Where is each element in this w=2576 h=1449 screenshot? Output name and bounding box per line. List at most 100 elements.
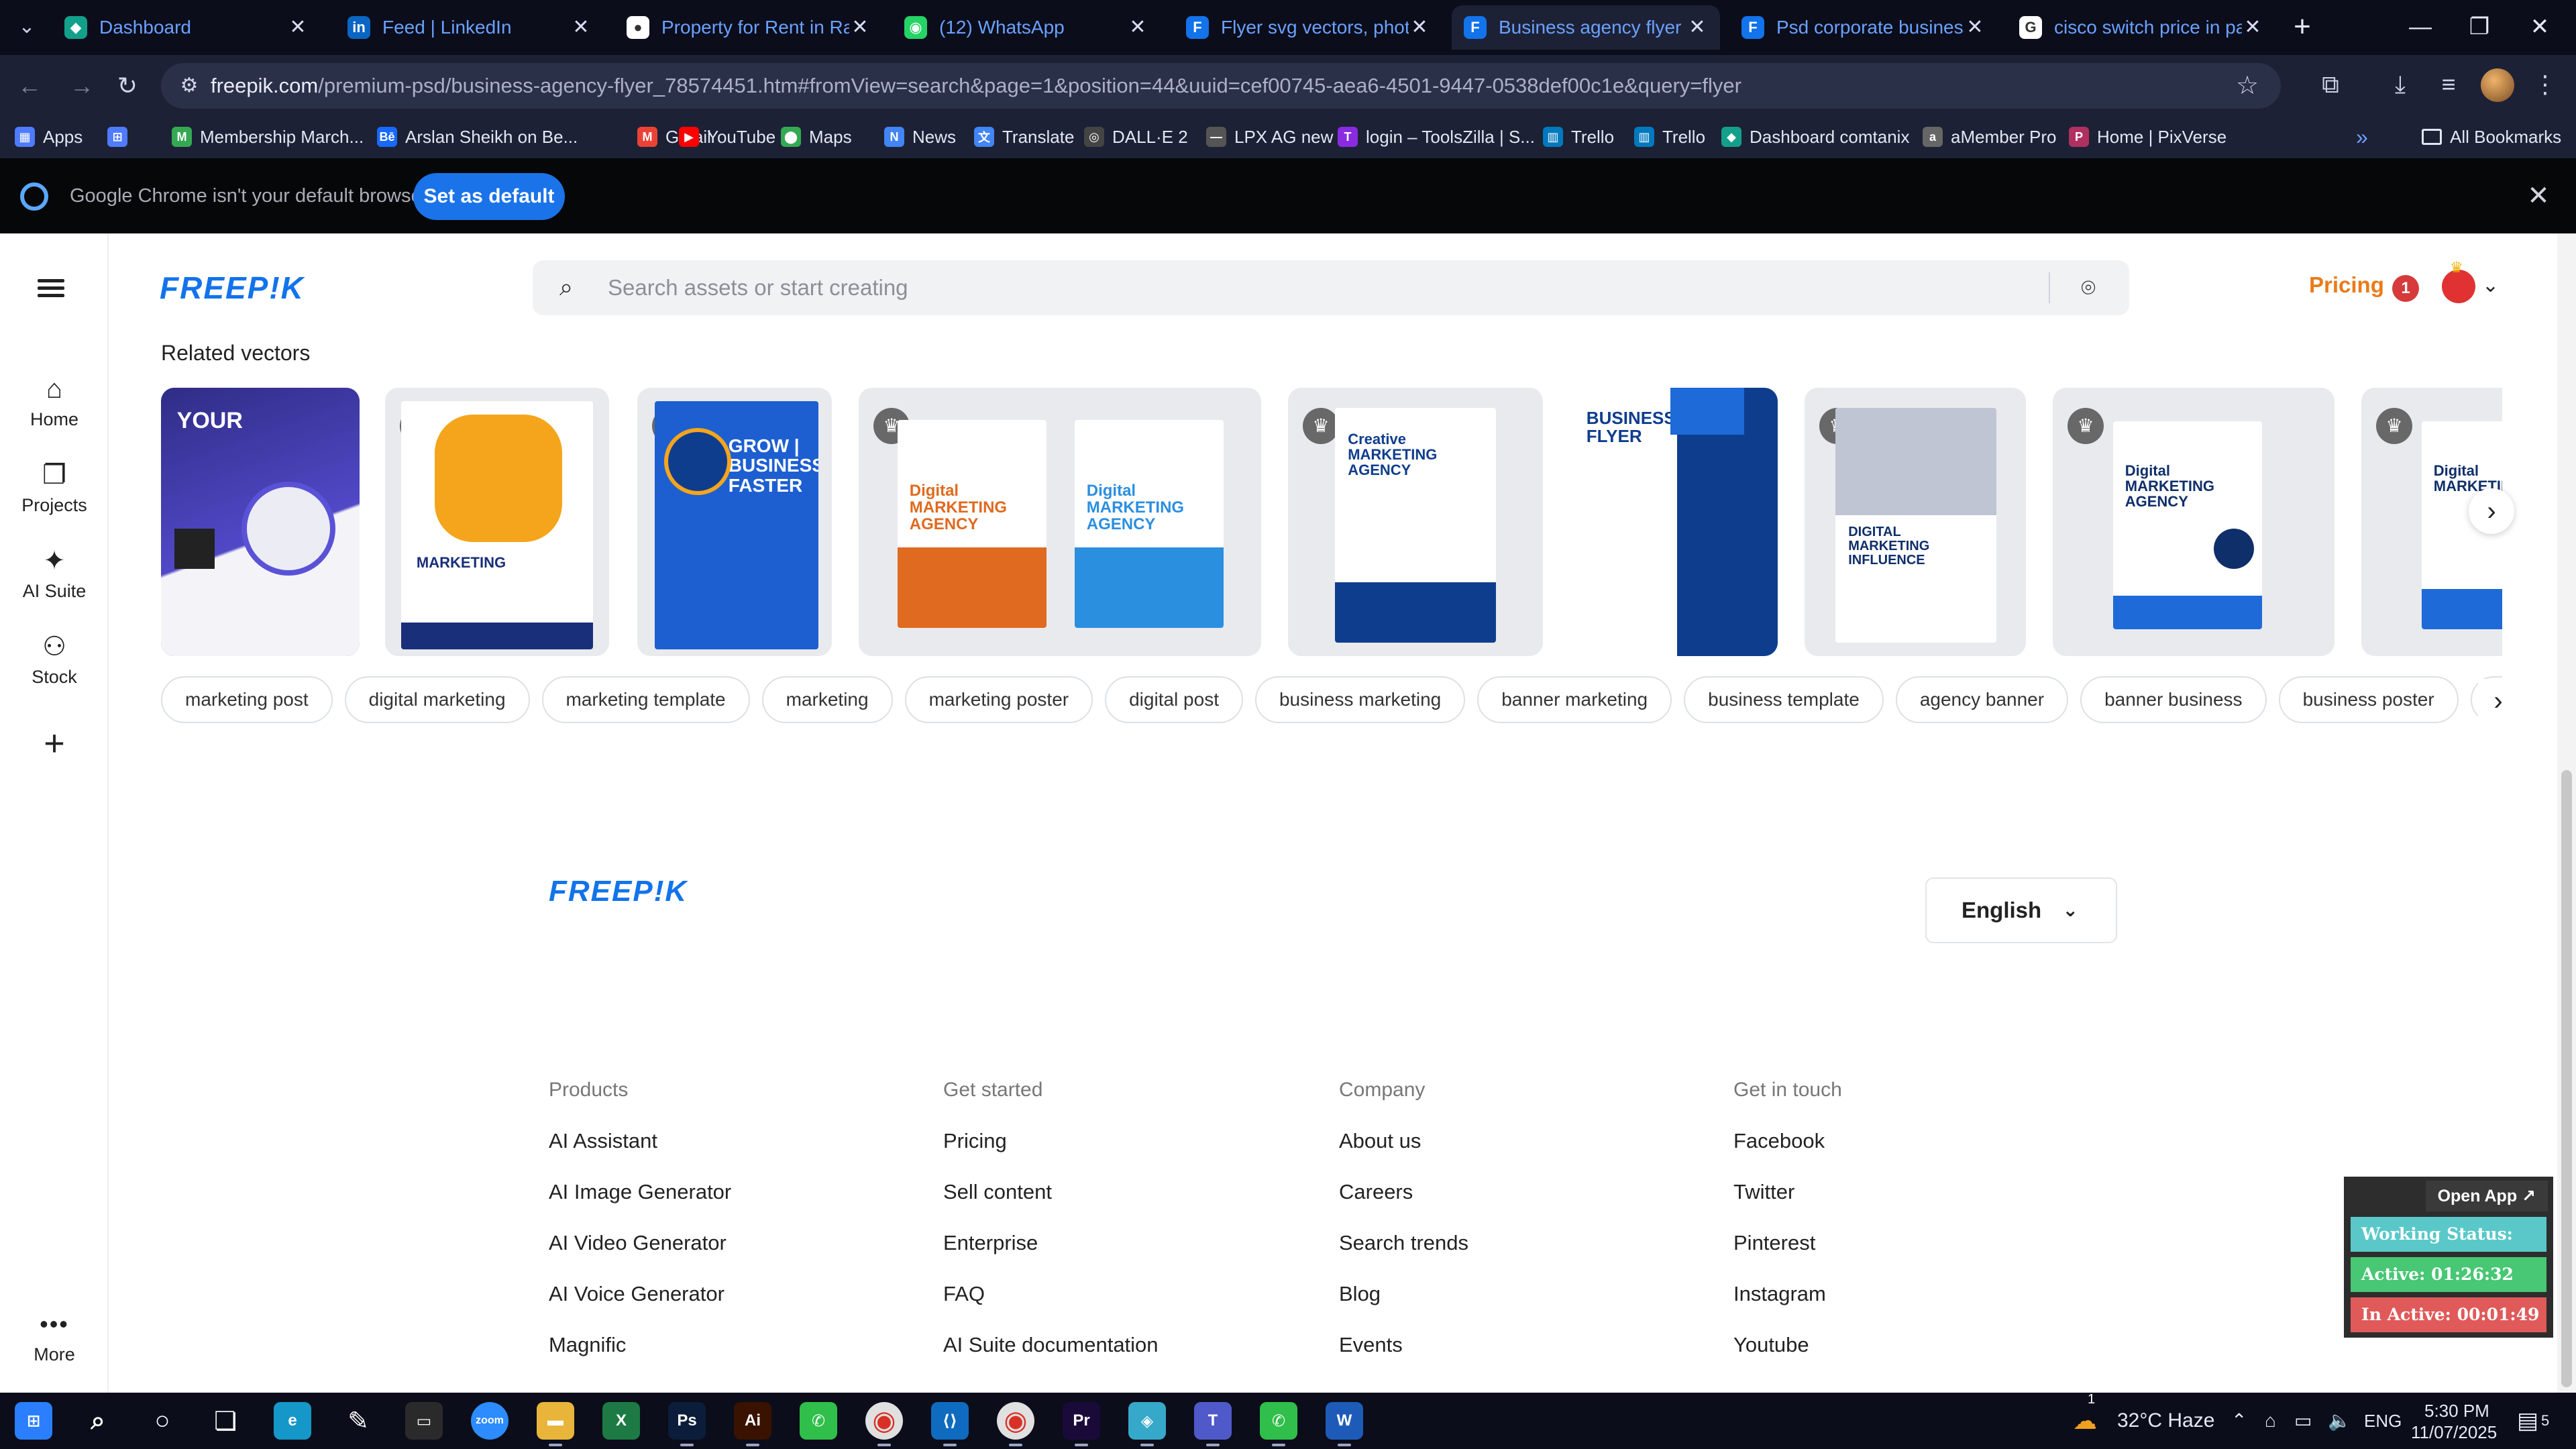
task-view-icon[interactable]: ❏ (207, 1402, 244, 1440)
nav-home[interactable]: ⌂ Home (0, 372, 109, 430)
browser-tab[interactable]: F Psd corporate business fl✕ (1729, 5, 1998, 50)
footer-link[interactable]: AI Image Generator (549, 1179, 731, 1230)
reload-button[interactable]: ↻ (111, 70, 144, 102)
close-window-button[interactable]: ✕ (2516, 9, 2564, 44)
input-language[interactable]: ENG (2364, 1393, 2402, 1449)
zoom-icon[interactable]: zoom (471, 1402, 508, 1440)
bookmark-item[interactable]: ◎ DALL·E 2 (1084, 122, 1188, 152)
excel-icon[interactable]: X (602, 1402, 640, 1440)
footer-link[interactable]: Sell content (943, 1179, 1159, 1230)
browser-tab[interactable]: ● Property for Rent in Rawa✕ (614, 5, 883, 50)
address-bar[interactable]: ⚙ freepik.com/premium-psd/business-agenc… (161, 63, 2281, 109)
word-icon[interactable]: W (1326, 1402, 1363, 1446)
hamburger-menu-icon[interactable] (38, 275, 64, 302)
bookmark-item[interactable]: ▥ Trello (1634, 122, 1705, 152)
tag-chip[interactable]: banner business (2080, 676, 2267, 723)
footer-link[interactable]: AI Suite documentation (943, 1332, 1159, 1383)
bookmark-star-icon[interactable]: ☆ (2233, 71, 2262, 101)
tag-chip[interactable]: business poster (2278, 676, 2459, 723)
chevron-down-icon[interactable]: ⌄ (2482, 274, 2499, 297)
footer-link[interactable]: AI Voice Generator (549, 1281, 731, 1332)
language-selector[interactable]: English ⌄ (1925, 877, 2117, 943)
minimize-button[interactable]: — (2396, 9, 2445, 44)
notification-badge[interactable]: 1 (2392, 275, 2419, 302)
vscode-icon[interactable]: ⟨⟩ (931, 1402, 969, 1446)
browser-tab[interactable]: ◆ Dashboard ✕ (52, 5, 321, 50)
bookmark-item[interactable]: ▶ YouTube (679, 122, 775, 152)
tab-close-icon[interactable]: ✕ (2242, 17, 2263, 38)
tag-chip[interactable]: marketing post (161, 676, 333, 723)
related-thumb[interactable]: ♛ GROW | BUSINESS FASTER (637, 388, 832, 656)
browser-tab[interactable]: in Feed | LinkedIn ✕ (335, 5, 604, 50)
footer-link[interactable]: FAQ (943, 1281, 1159, 1332)
bookmark-item[interactable]: Tlogin – ToolsZilla | S... (1338, 122, 1535, 152)
media-controls-icon[interactable]: ≡ (2431, 67, 2466, 102)
related-thumb[interactable]: ♛ Digital MARKETING AGENCY Digital MARKE… (859, 388, 1261, 656)
tag-chip[interactable]: business marketing (1254, 676, 1466, 723)
footer-link[interactable]: Magnific (549, 1332, 731, 1383)
footer-link[interactable]: Search trends (1339, 1230, 1468, 1281)
bookmark-item[interactable]: M Membership March... (172, 122, 364, 152)
terminal-icon[interactable]: ▭ (405, 1402, 443, 1440)
add-button[interactable]: + (0, 725, 109, 761)
bookmark-item[interactable]: Bē Arslan Sheikh on Be... (377, 122, 578, 152)
bookmark-item[interactable]: P Home | PixVerse (2069, 122, 2226, 152)
bookmark-item[interactable]: ⊞ (107, 122, 136, 152)
phone-app-icon[interactable]: ✆ (1260, 1402, 1297, 1446)
browser-tab[interactable]: F Flyer svg vectors, photos✕ (1174, 5, 1442, 50)
camera-search-icon[interactable]: ⌾ (2073, 272, 2104, 303)
bookmark-item[interactable]: 文 Translate (974, 122, 1074, 152)
bookmark-item[interactable]: a aMember Pro (1923, 122, 2057, 152)
search-icon[interactable]: ⌕ (79, 1402, 117, 1440)
tag-chip[interactable]: banner marketing (1477, 676, 1672, 723)
pen-icon[interactable]: ✎ (339, 1402, 377, 1440)
profile-avatar[interactable] (2481, 68, 2514, 102)
downloads-icon[interactable]: ⤓ (2383, 67, 2418, 102)
notification-center-icon[interactable]: ▤ (2517, 1393, 2538, 1449)
phone-app-icon[interactable]: ✆ (800, 1402, 837, 1440)
close-infobar-icon[interactable]: ✕ (2522, 180, 2555, 212)
tag-chip[interactable]: agency banner (1895, 676, 2069, 723)
clock-date[interactable]: 11/07/2025 (2411, 1421, 2497, 1444)
tag-chip[interactable]: marketing poster (904, 676, 1093, 723)
back-button[interactable]: ← (13, 70, 46, 102)
search-input[interactable] (608, 260, 1882, 315)
more-bookmarks-chevron-icon[interactable]: » (2356, 122, 2368, 152)
weather-text[interactable]: 32°C Haze (2117, 1393, 2214, 1449)
footer-link[interactable]: About us (1339, 1128, 1468, 1179)
nav-projects[interactable]: ❐ Projects (0, 458, 109, 516)
pricing-link[interactable]: Pricing (2309, 272, 2384, 298)
tag-chip[interactable]: digital marketing (344, 676, 530, 723)
volume-icon[interactable]: 🔈 (2328, 1393, 2351, 1449)
bookmark-item[interactable]: ◆ Dashboard comtanix (1721, 122, 1909, 152)
footer-freepik-logo[interactable]: FREEP!K (549, 875, 688, 908)
footer-link[interactable]: Instagram (1733, 1281, 1842, 1332)
footer-link[interactable]: Pricing (943, 1128, 1159, 1179)
scrollbar-thumb[interactable] (2561, 770, 2572, 1387)
more-nav[interactable]: ••• More (0, 1307, 109, 1365)
related-thumb[interactable]: YOUR (161, 388, 360, 656)
cortana-icon[interactable]: ○ (144, 1402, 181, 1440)
freepik-logo[interactable]: FREEP!K (160, 270, 305, 306)
tab-close-icon[interactable]: ✕ (849, 17, 871, 38)
browser-tab[interactable]: Gcisco switch price in paki ✕ (2007, 5, 2275, 50)
footer-link[interactable]: AI Assistant (549, 1128, 731, 1179)
set-as-default-button[interactable]: Set as default (413, 173, 565, 220)
open-app-button[interactable]: Open App ↗ (2425, 1181, 2548, 1212)
bookmark-item[interactable]: N News (884, 122, 956, 152)
meet-now-icon[interactable]: ⌂ (2265, 1393, 2276, 1449)
tab-close-icon[interactable]: ✕ (570, 17, 592, 38)
footer-link[interactable]: Enterprise (943, 1230, 1159, 1281)
tag-chip[interactable]: digital post (1105, 676, 1243, 723)
tag-chip[interactable]: marketing (761, 676, 893, 723)
related-thumb[interactable]: ♛ MARKETING (385, 388, 609, 656)
bookmark-item[interactable]: ⬤ Maps (781, 122, 852, 152)
chrome-icon[interactable]: ◉ (865, 1402, 903, 1446)
related-thumb[interactable]: BUSINESS FLYER (1570, 388, 1778, 656)
related-thumb[interactable]: ♛ Creative MARKETING AGENCY (1288, 388, 1543, 656)
nav-ai-suite[interactable]: ✦ AI Suite (0, 543, 109, 602)
file-explorer-icon[interactable]: ▬ (537, 1402, 574, 1446)
tab-search-chevron-icon[interactable]: ⌄ (12, 12, 42, 42)
chrome-icon[interactable]: ◉ (997, 1402, 1034, 1446)
clock-time[interactable]: 5:30 PM (2424, 1399, 2489, 1422)
